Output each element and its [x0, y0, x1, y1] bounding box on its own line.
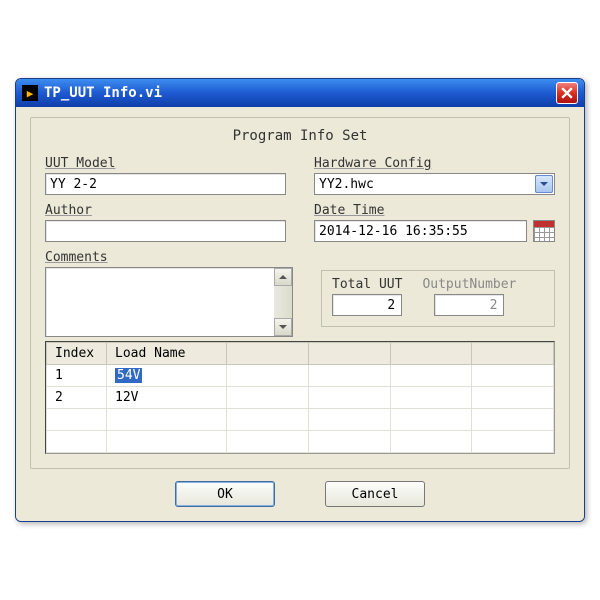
cell-load-name[interactable]: 54V — [107, 365, 227, 387]
app-icon: ▶ — [22, 85, 38, 101]
total-uut-input[interactable] — [332, 294, 402, 316]
totals-box: Total UUT OutputNumber — [321, 270, 555, 327]
chevron-down-icon — [279, 323, 287, 331]
calendar-button[interactable] — [533, 220, 555, 242]
date-time-label: Date Time — [314, 203, 555, 218]
program-info-group: Program Info Set UUT Model Hardware Conf… — [30, 117, 570, 469]
client-area: Program Info Set UUT Model Hardware Conf… — [16, 107, 584, 521]
combo-dropdown-button[interactable] — [535, 175, 553, 193]
comments-textarea[interactable] — [45, 267, 293, 337]
scroll-down-button[interactable] — [274, 318, 292, 336]
chevron-up-icon — [279, 273, 287, 281]
table-row[interactable]: 2 12V — [47, 387, 554, 409]
total-uut-label: Total UUT — [332, 277, 402, 292]
group-title: Program Info Set — [45, 128, 555, 144]
col-index[interactable]: Index — [47, 343, 107, 365]
window-title: TP_UUT Info.vi — [44, 85, 550, 101]
date-time-input[interactable] — [314, 220, 527, 242]
col-load-name[interactable]: Load Name — [107, 343, 227, 365]
close-button[interactable] — [556, 82, 578, 104]
table-row[interactable] — [47, 431, 554, 453]
chevron-down-icon — [540, 180, 548, 188]
cell-index: 1 — [47, 365, 107, 387]
button-row: OK Cancel — [30, 481, 570, 507]
author-input[interactable] — [45, 220, 286, 242]
output-number-label: OutputNumber — [422, 277, 516, 292]
hardware-config-value: YY2.hwc — [315, 177, 534, 192]
output-number-input — [434, 294, 504, 316]
table-row[interactable]: 1 54V — [47, 365, 554, 387]
ok-button[interactable]: OK — [175, 481, 275, 507]
titlebar[interactable]: ▶ TP_UUT Info.vi — [16, 79, 584, 107]
table-row[interactable] — [47, 409, 554, 431]
load-table[interactable]: Index Load Name 1 54V 2 12 — [45, 341, 555, 454]
cell-load-name[interactable]: 12V — [107, 387, 227, 409]
author-label: Author — [45, 203, 286, 218]
window: ▶ TP_UUT Info.vi Program Info Set UUT Mo… — [15, 78, 585, 522]
hardware-config-select[interactable]: YY2.hwc — [314, 173, 555, 195]
cell-index: 2 — [47, 387, 107, 409]
cancel-button[interactable]: Cancel — [325, 481, 425, 507]
uut-model-input[interactable] — [45, 173, 286, 195]
scroll-up-button[interactable] — [274, 268, 292, 286]
hardware-config-label: Hardware Config — [314, 156, 555, 171]
comments-label: Comments — [45, 250, 293, 265]
uut-model-label: UUT Model — [45, 156, 286, 171]
scrollbar[interactable] — [274, 268, 292, 336]
close-icon — [561, 87, 573, 99]
